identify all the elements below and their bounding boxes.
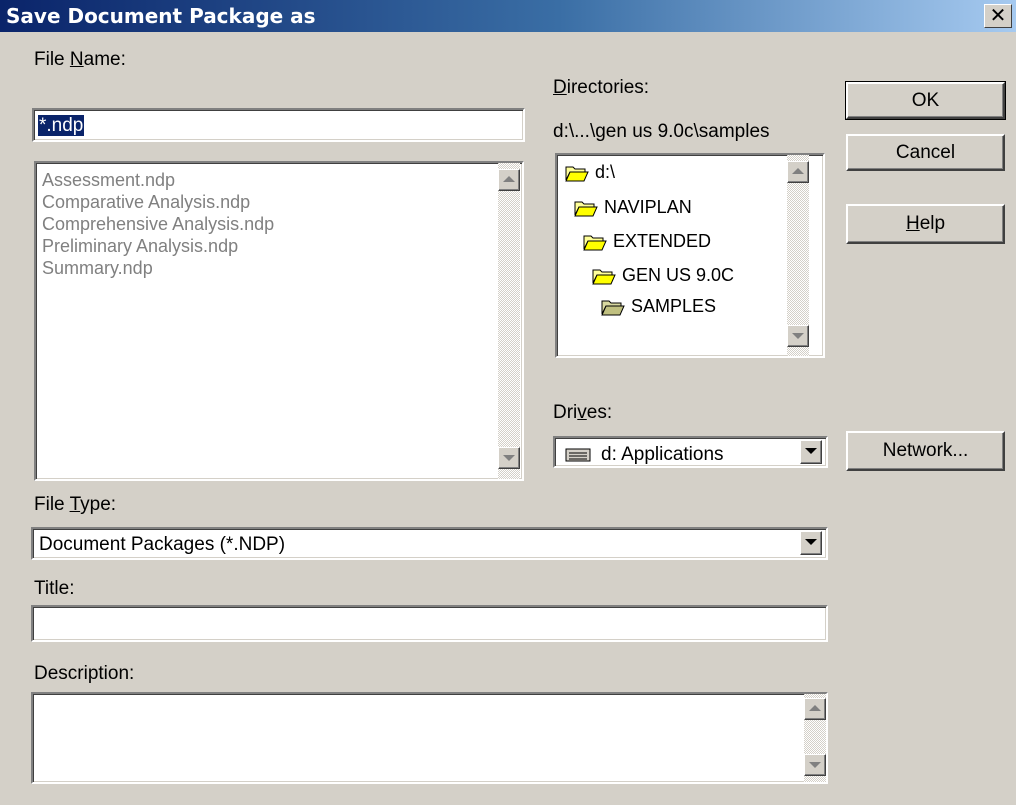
tree-item[interactable]: d:\ bbox=[565, 162, 615, 183]
scroll-down-icon bbox=[792, 333, 804, 339]
network-button[interactable]: Network... bbox=[846, 431, 1005, 471]
directory-scrollbar[interactable] bbox=[787, 155, 809, 356]
open-folder-icon bbox=[601, 300, 625, 315]
scroll-down-button[interactable] bbox=[787, 325, 809, 347]
file-name-input[interactable]: *.ndp bbox=[32, 108, 525, 142]
file-list-scrollbar[interactable] bbox=[498, 163, 520, 479]
drives-value: d: Applications bbox=[601, 444, 724, 465]
directories-label: Directories: bbox=[553, 77, 650, 98]
tree-item[interactable]: NAVIPLAN bbox=[574, 197, 692, 218]
help-button[interactable]: Help bbox=[846, 204, 1005, 244]
list-item[interactable]: Preliminary Analysis.ndp bbox=[42, 236, 238, 257]
title-bar[interactable]: Save Document Package as ✕ bbox=[0, 0, 1016, 32]
scroll-up-button[interactable] bbox=[787, 161, 809, 183]
list-item[interactable]: Comprehensive Analysis.ndp bbox=[42, 214, 274, 235]
file-name-value: *.ndp bbox=[38, 115, 85, 136]
file-type-value: Document Packages (*.NDP) bbox=[39, 534, 286, 555]
open-folder-icon bbox=[583, 235, 607, 250]
description-scrollbar[interactable] bbox=[804, 694, 826, 782]
open-folder-icon bbox=[592, 269, 616, 284]
tree-item[interactable]: EXTENDED bbox=[583, 231, 711, 252]
scroll-up-button[interactable] bbox=[498, 169, 520, 191]
cancel-button[interactable]: Cancel bbox=[846, 134, 1005, 171]
description-textarea[interactable] bbox=[31, 692, 828, 784]
list-item[interactable]: Summary.ndp bbox=[42, 258, 153, 279]
ok-button[interactable]: OK bbox=[845, 81, 1006, 120]
scroll-up-icon bbox=[809, 705, 821, 711]
scroll-up-icon bbox=[792, 168, 804, 174]
scroll-down-icon bbox=[809, 762, 821, 768]
close-button[interactable]: ✕ bbox=[984, 4, 1012, 28]
window-title: Save Document Package as bbox=[6, 4, 316, 28]
tree-item-selected[interactable]: SAMPLES bbox=[601, 296, 716, 317]
scroll-down-button[interactable] bbox=[804, 754, 826, 776]
list-item[interactable]: Assessment.ndp bbox=[42, 170, 175, 191]
file-list[interactable]: Assessment.ndp Comparative Analysis.ndp … bbox=[34, 161, 524, 481]
title-input[interactable] bbox=[31, 605, 828, 642]
open-folder-icon bbox=[565, 166, 589, 181]
title-label: Title: bbox=[34, 578, 75, 599]
file-name-label: File Name: bbox=[34, 49, 126, 70]
current-directory-path: d:\...\gen us 9.0c\samples bbox=[553, 121, 770, 142]
drives-dropdown-button[interactable] bbox=[800, 440, 822, 464]
tree-item[interactable]: GEN US 9.0C bbox=[592, 265, 734, 286]
description-label: Description: bbox=[34, 663, 135, 684]
close-icon: ✕ bbox=[989, 3, 1007, 27]
drives-select[interactable]: d: Applications bbox=[553, 436, 828, 468]
scroll-down-icon bbox=[503, 455, 515, 461]
chevron-down-icon bbox=[805, 448, 817, 454]
open-folder-icon bbox=[574, 201, 598, 216]
directory-tree[interactable]: d:\ NAVIPLAN EXTENDED GEN US 9.0C SAMPLE… bbox=[555, 153, 825, 358]
list-item[interactable]: Comparative Analysis.ndp bbox=[42, 192, 250, 213]
file-type-label: File Type: bbox=[34, 494, 117, 515]
scroll-up-icon bbox=[503, 176, 515, 182]
file-type-select[interactable]: Document Packages (*.NDP) bbox=[31, 527, 828, 560]
scroll-down-button[interactable] bbox=[498, 447, 520, 469]
drive-icon bbox=[565, 448, 591, 462]
chevron-down-icon bbox=[805, 539, 817, 545]
file-type-dropdown-button[interactable] bbox=[800, 531, 822, 555]
drives-label: Drives: bbox=[553, 402, 613, 423]
scroll-up-button[interactable] bbox=[804, 698, 826, 720]
